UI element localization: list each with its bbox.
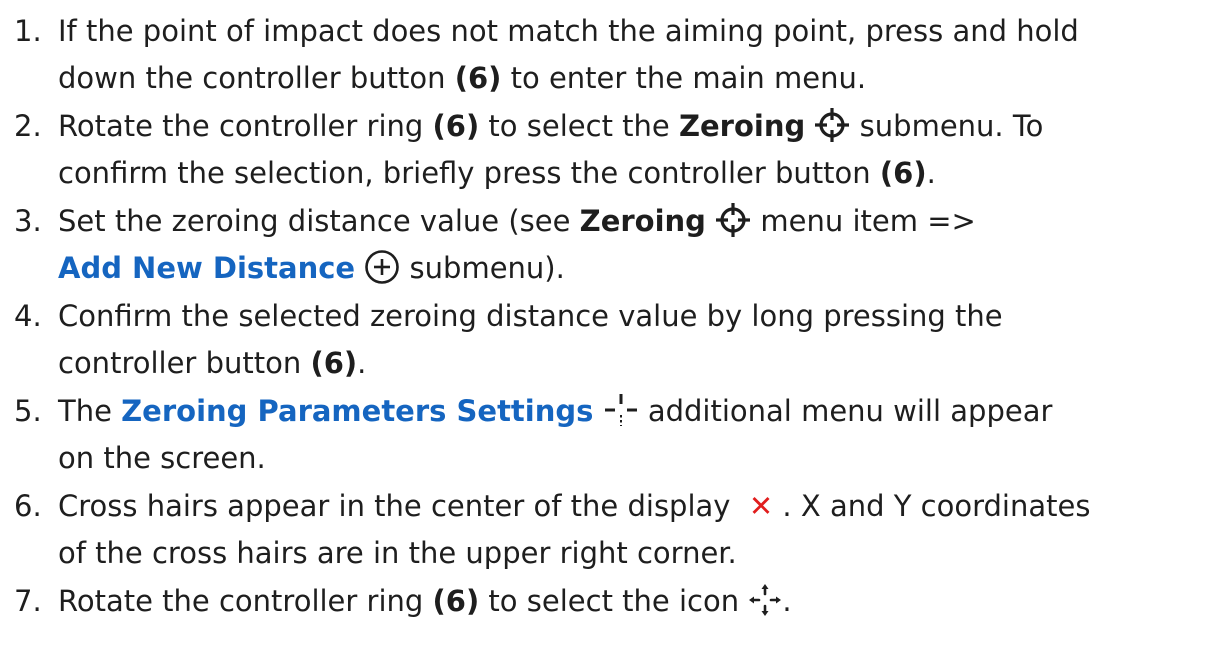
step-text: on the screen. xyxy=(58,441,266,475)
four-arrows-icon xyxy=(748,583,782,617)
step-text: confirm the selection, briefly press the… xyxy=(58,156,936,190)
step-text: controller button (6). xyxy=(58,346,367,380)
add-new-distance-link[interactable]: Add New Distance xyxy=(58,251,355,285)
step-number: 2. xyxy=(14,109,42,143)
step-number: 5. xyxy=(14,394,42,428)
step-text: The Zeroing Parameters Settings addition… xyxy=(58,392,1053,428)
step-text: Rotate the controller ring (6) to select… xyxy=(58,107,1044,143)
step-number: 7. xyxy=(14,584,42,618)
plus-circle-icon xyxy=(364,249,400,285)
step-number: 6. xyxy=(14,489,42,523)
step-number: 4. xyxy=(14,299,42,333)
zeroing-parameters-settings-link[interactable]: Zeroing Parameters Settings xyxy=(121,394,593,428)
step-number: 3. xyxy=(14,204,42,238)
crosshair-target-icon xyxy=(814,107,850,143)
step-text: Rotate the controller ring (6) to select… xyxy=(58,583,792,618)
step-text: of the cross hairs are in the upper righ… xyxy=(58,536,737,570)
step-text: Confirm the selected zeroing distance va… xyxy=(58,299,1003,333)
red-cross-icon: ✕ xyxy=(748,489,774,523)
crosshair-lines-icon xyxy=(603,392,639,428)
step-text: down the controller button (6) to enter … xyxy=(58,61,867,95)
crosshair-target-icon xyxy=(715,202,751,238)
step-text: Cross hairs appear in the center of the … xyxy=(58,489,1091,523)
step-number: 1. xyxy=(14,14,42,48)
step-text: If the point of impact does not match th… xyxy=(58,14,1079,48)
step-text: Set the zeroing distance value (see Zero… xyxy=(58,202,976,238)
step-text: Add New Distance submenu). xyxy=(58,249,565,285)
